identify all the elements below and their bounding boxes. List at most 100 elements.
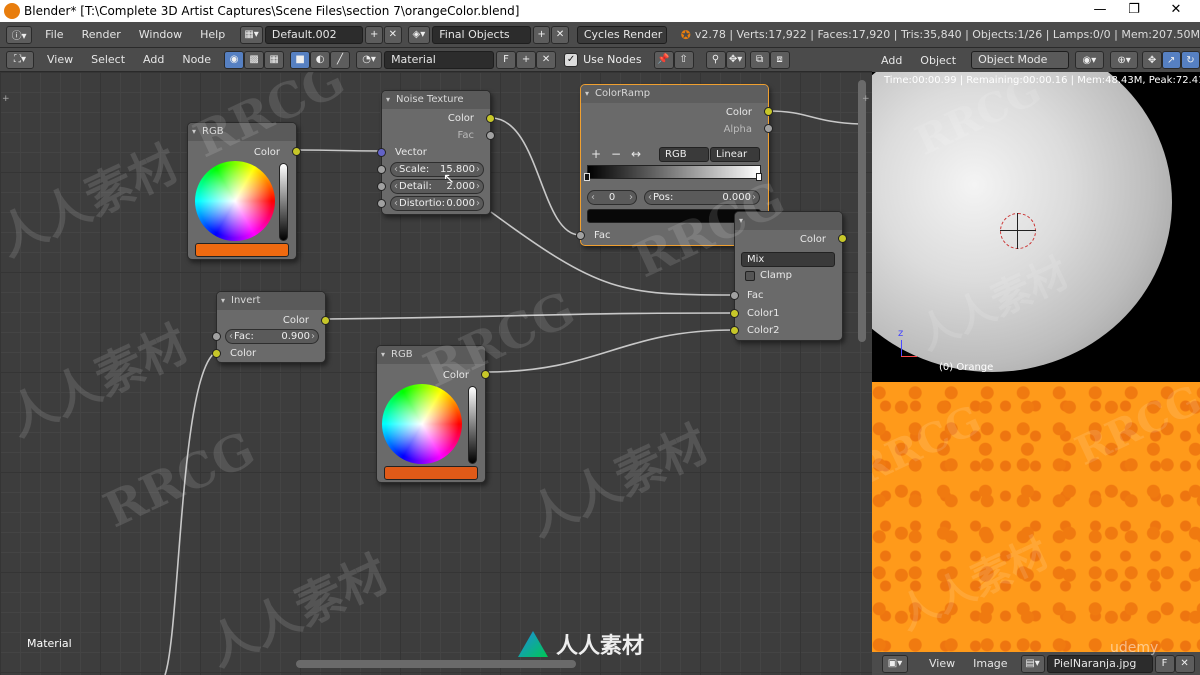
rgb-node-2-color-swatch[interactable] — [384, 466, 478, 480]
rgb-node-2[interactable]: RGB Color — [376, 345, 490, 483]
viewport-shading-icon[interactable]: ◉▾ — [1075, 51, 1104, 69]
material-browse-icon[interactable]: ◔▾ — [356, 50, 383, 69]
properties-toggle-icon[interactable]: + — [862, 94, 870, 104]
colorramp-color-mode-select[interactable]: RGB — [659, 147, 709, 162]
rgb-node-2-color-output-socket[interactable] — [481, 370, 490, 379]
add-screen-icon[interactable]: + — [365, 25, 383, 44]
rgb-node-1-color-swatch[interactable] — [195, 243, 289, 257]
colorramp-fac-input-socket[interactable] — [576, 231, 585, 240]
object-mode-select[interactable]: Object Mode — [971, 51, 1070, 69]
menu-view[interactable]: View — [920, 657, 964, 670]
snap-toggle-icon[interactable]: ⚲ — [705, 50, 726, 69]
image-name-field[interactable]: PielNaranja.jpg — [1046, 654, 1153, 673]
vertical-scrollbar[interactable] — [858, 80, 866, 342]
3d-cursor-icon[interactable] — [1000, 213, 1036, 249]
mix-color-output-socket[interactable] — [838, 234, 847, 243]
scene-field[interactable]: Final Objects — [432, 25, 531, 44]
noise-distortion-input-socket[interactable] — [377, 199, 386, 208]
mix-blend-type-select[interactable]: Mix — [741, 252, 835, 267]
close-button[interactable]: ✕ — [1156, 0, 1196, 22]
colorramp-pos-field[interactable]: Pos: 0.000 — [644, 190, 760, 205]
material-name-field[interactable]: Material — [384, 50, 495, 69]
screen-layout-icon[interactable]: ▦▾ — [240, 25, 263, 44]
colorramp-gradient-bar[interactable] — [587, 165, 761, 179]
rgb-node-2-value-slider[interactable] — [468, 386, 477, 464]
parent-tree-icon[interactable]: ⇧ — [673, 50, 694, 69]
mix-color1-input-socket[interactable] — [730, 309, 739, 318]
colorramp-alpha-output-socket[interactable] — [764, 124, 773, 133]
editor-type-icon[interactable]: ⛶▾ — [6, 50, 34, 69]
invert-color-output-socket[interactable] — [321, 316, 330, 325]
horizontal-scrollbar[interactable] — [296, 660, 576, 668]
rgb-node-2-color-wheel[interactable] — [382, 384, 462, 464]
world-shader-icon[interactable]: ◐ — [310, 50, 331, 69]
use-nodes-checkbox[interactable]: ✓ — [564, 52, 579, 67]
copy-nodes-icon[interactable]: ⧉ — [749, 50, 770, 69]
noise-fac-output-socket[interactable] — [486, 131, 495, 140]
add-material-icon[interactable]: + — [516, 50, 537, 69]
colorramp-remove-stop-button[interactable]: − — [611, 147, 621, 161]
noise-detail-field[interactable]: Detail: 2.000 — [390, 179, 484, 194]
mix-fac-input-socket[interactable] — [730, 291, 739, 300]
image-browse-icon[interactable]: ▤▾ — [1020, 654, 1045, 673]
menu-node[interactable]: Node — [173, 53, 220, 66]
snap-element-icon[interactable]: ✥▾ — [725, 50, 746, 69]
invert-node[interactable]: Invert Color Fac: 0.900 Color — [212, 291, 330, 363]
invert-fac-field[interactable]: Fac: 0.900 — [225, 329, 319, 344]
rgb-node-1-color-output-socket[interactable] — [292, 147, 301, 156]
manipulator-icon[interactable]: ✥ — [1142, 51, 1162, 69]
colorramp-index-field[interactable]: 0 — [587, 190, 637, 205]
noise-color-output-socket[interactable] — [486, 114, 495, 123]
editor-type-icon[interactable]: ⓘ▾ — [6, 25, 33, 44]
mix-node[interactable]: Color Mix Clamp Fac Color1 Color2 — [730, 211, 847, 341]
image-unlink-icon[interactable]: ✕ — [1174, 654, 1195, 673]
noise-scale-field[interactable]: Scale: 15.800 — [390, 162, 484, 177]
rgb-node-1[interactable]: RGB Color — [187, 122, 301, 260]
mix-color2-input-socket[interactable] — [730, 326, 739, 335]
colorramp-stop-black[interactable] — [584, 173, 590, 181]
screen-layout-field[interactable]: Default.002 — [264, 25, 364, 44]
add-scene-icon[interactable]: + — [532, 25, 551, 44]
remove-scene-icon[interactable]: ✕ — [551, 25, 569, 44]
texture-tree-icon[interactable]: ▩ — [244, 50, 265, 69]
colorramp-flip-button[interactable]: ↔ — [631, 147, 641, 161]
unlink-material-icon[interactable]: ✕ — [536, 50, 557, 69]
noise-scale-input-socket[interactable] — [377, 165, 386, 174]
fake-user-button[interactable]: F — [496, 50, 517, 69]
noise-detail-input-socket[interactable] — [377, 182, 386, 191]
noise-distortion-field[interactable]: Distortio: 0.000 — [390, 196, 484, 211]
image-editor-canvas[interactable]: RRCG RRCG 人人素材 — [872, 382, 1200, 652]
colorramp-color-output-socket[interactable] — [764, 107, 773, 116]
object-shader-icon[interactable]: ■ — [290, 50, 311, 69]
menu-image[interactable]: Image — [964, 657, 1016, 670]
colorramp-add-stop-button[interactable]: + — [591, 147, 601, 161]
pivot-point-icon[interactable]: ⊕▾ — [1109, 51, 1139, 69]
menu-object[interactable]: Object — [911, 54, 965, 67]
paste-nodes-icon[interactable]: ⧈ — [769, 50, 790, 69]
invert-color-input-socket[interactable] — [212, 349, 221, 358]
scene-icon[interactable]: ◈▾ — [407, 25, 431, 44]
viewport-3d[interactable]: Time:00:00.99 | Remaining:00:00.16 | Mem… — [872, 72, 1200, 382]
shader-tree-icon[interactable]: ◉ — [224, 50, 245, 69]
menu-add[interactable]: Add — [134, 53, 173, 66]
image-fake-user-button[interactable]: F — [1154, 654, 1175, 673]
colorramp-stop-white[interactable] — [756, 173, 762, 181]
remove-screen-icon[interactable]: ✕ — [384, 25, 402, 44]
menu-add[interactable]: Add — [872, 54, 911, 67]
maximize-button[interactable]: ❐ — [1114, 0, 1154, 22]
toolshelf-toggle-icon[interactable]: + — [2, 94, 10, 104]
translate-manipulator-icon[interactable]: ↗ — [1161, 51, 1181, 69]
rotate-manipulator-icon[interactable]: ↻ — [1180, 51, 1200, 69]
editor-type-icon[interactable]: ▣▾ — [882, 654, 908, 673]
rgb-node-1-color-wheel[interactable] — [195, 161, 275, 241]
pin-icon[interactable]: 📌 — [653, 50, 674, 69]
render-engine-select[interactable]: Cycles Render — [576, 25, 667, 44]
noise-vector-input-socket[interactable] — [377, 148, 386, 157]
menu-help[interactable]: Help — [191, 28, 234, 41]
menu-view[interactable]: View — [38, 53, 82, 66]
linestyle-shader-icon[interactable]: ╱ — [330, 50, 351, 69]
node-canvas[interactable]: RGB Color Noise Texture Color Fac Vector… — [0, 72, 872, 675]
invert-fac-input-socket[interactable] — [212, 332, 221, 341]
compositing-tree-icon[interactable]: ▦ — [264, 50, 285, 69]
mix-clamp-checkbox[interactable] — [745, 271, 755, 281]
